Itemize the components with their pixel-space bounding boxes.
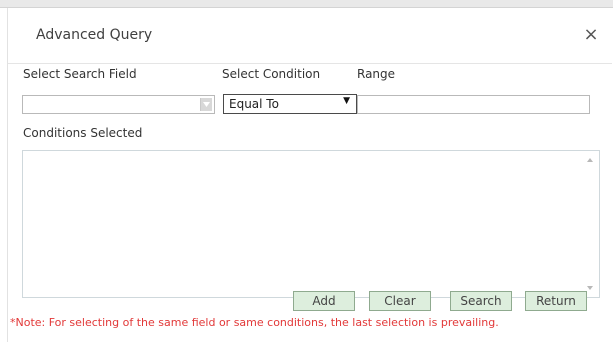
search-button[interactable]: Search	[450, 291, 512, 311]
search-field-label: Select Search Field	[23, 67, 137, 81]
condition-label: Select Condition	[222, 67, 321, 81]
conditions-scrollbar[interactable]	[583, 151, 599, 297]
scroll-up-arrow-icon[interactable]	[587, 158, 593, 162]
scroll-down-arrow-icon[interactable]	[587, 286, 593, 290]
close-icon[interactable]: ×	[581, 25, 601, 45]
search-field-select[interactable]	[22, 95, 215, 114]
search-field-dropdown-button[interactable]	[200, 98, 212, 111]
selection-note: *Note: For selecting of the same field o…	[10, 316, 499, 329]
chevron-down-icon	[203, 102, 210, 107]
chevron-down-icon: ▼	[343, 96, 350, 106]
range-label: Range	[357, 67, 396, 81]
background-strip	[0, 0, 613, 8]
condition-select-value: Equal To	[229, 97, 279, 111]
dialog-title: Advanced Query	[36, 27, 153, 43]
condition-select[interactable]: Equal To ▼	[223, 94, 357, 114]
clear-button[interactable]: Clear	[369, 291, 431, 311]
conditions-selected-textarea[interactable]	[22, 150, 600, 298]
conditions-selected-label: Conditions Selected	[23, 126, 143, 140]
return-button[interactable]: Return	[525, 291, 587, 311]
page: Advanced Query × Select Search Field Sel…	[0, 0, 613, 347]
add-button[interactable]: Add	[293, 291, 355, 311]
range-input[interactable]	[357, 95, 590, 114]
dialog-title-bar: Advanced Query ×	[8, 8, 612, 64]
